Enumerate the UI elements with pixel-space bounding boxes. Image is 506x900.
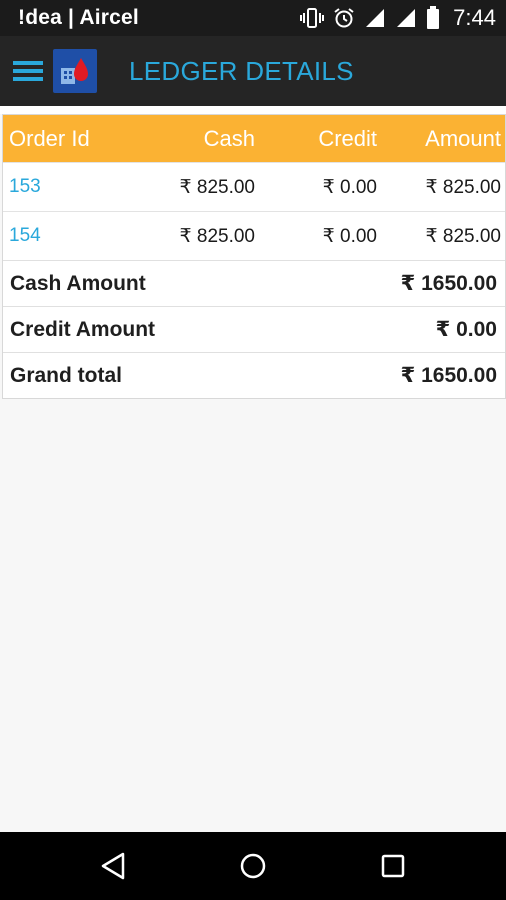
grand-total-label: Grand total	[10, 363, 123, 387]
credit-amount-row: Credit Amount ₹ 0.00	[3, 306, 505, 352]
status-bar: !dea | Aircel 7:44	[0, 0, 506, 36]
credit-amount-label: Credit Amount	[10, 317, 156, 341]
signal-icon	[364, 7, 386, 29]
order-id-link[interactable]: 154	[3, 225, 153, 247]
cash-amount-row: Cash Amount ₹ 1650.00	[3, 260, 505, 306]
credit-cell: ₹ 0.00	[322, 225, 377, 247]
cash-cell: ₹ 825.00	[179, 225, 255, 247]
header-amount: Amount	[425, 125, 501, 151]
app-bar: LEDGER DETAILS	[0, 36, 506, 106]
grand-total-value: ₹ 1650.00	[400, 364, 497, 387]
cash-amount-value: ₹ 1650.00	[400, 272, 497, 295]
clock-time: 7:44	[453, 5, 496, 30]
cash-amount-label: Cash Amount	[10, 271, 146, 295]
order-id-link[interactable]: 153	[3, 176, 153, 198]
system-nav-bar	[0, 832, 506, 900]
status-icons: 7:44	[300, 5, 496, 31]
amount-cell: ₹ 825.00	[425, 176, 501, 198]
app-bar-divider	[0, 106, 506, 114]
carrier-name: !dea | Aircel	[18, 6, 139, 29]
cash-cell: ₹ 825.00	[179, 176, 255, 198]
amount-cell: ₹ 825.00	[425, 225, 501, 247]
app-logo-icon	[53, 49, 97, 93]
menu-icon[interactable]	[6, 49, 50, 93]
home-icon[interactable]	[238, 851, 268, 881]
table-row[interactable]: 154 ₹ 825.00 ₹ 0.00 ₹ 825.00	[3, 211, 505, 260]
header-cash: Cash	[203, 125, 255, 151]
credit-cell: ₹ 0.00	[322, 176, 377, 198]
recents-icon[interactable]	[378, 851, 408, 881]
table-header: Order Id Cash Credit Amount	[3, 115, 505, 162]
back-icon[interactable]	[98, 851, 128, 881]
battery-icon	[426, 6, 440, 30]
table-row[interactable]: 153 ₹ 825.00 ₹ 0.00 ₹ 825.00	[3, 162, 505, 211]
ledger-table: Order Id Cash Credit Amount 153 ₹ 825.00…	[2, 114, 506, 399]
grand-total-row: Grand total ₹ 1650.00	[3, 352, 505, 398]
signal-icon	[395, 7, 417, 29]
credit-amount-value: ₹ 0.00	[435, 318, 497, 341]
header-order-id: Order Id	[9, 125, 90, 151]
vibrate-icon	[300, 7, 325, 29]
page-title: LEDGER DETAILS	[129, 55, 354, 86]
header-credit: Credit	[318, 125, 377, 151]
alarm-icon	[333, 7, 355, 29]
